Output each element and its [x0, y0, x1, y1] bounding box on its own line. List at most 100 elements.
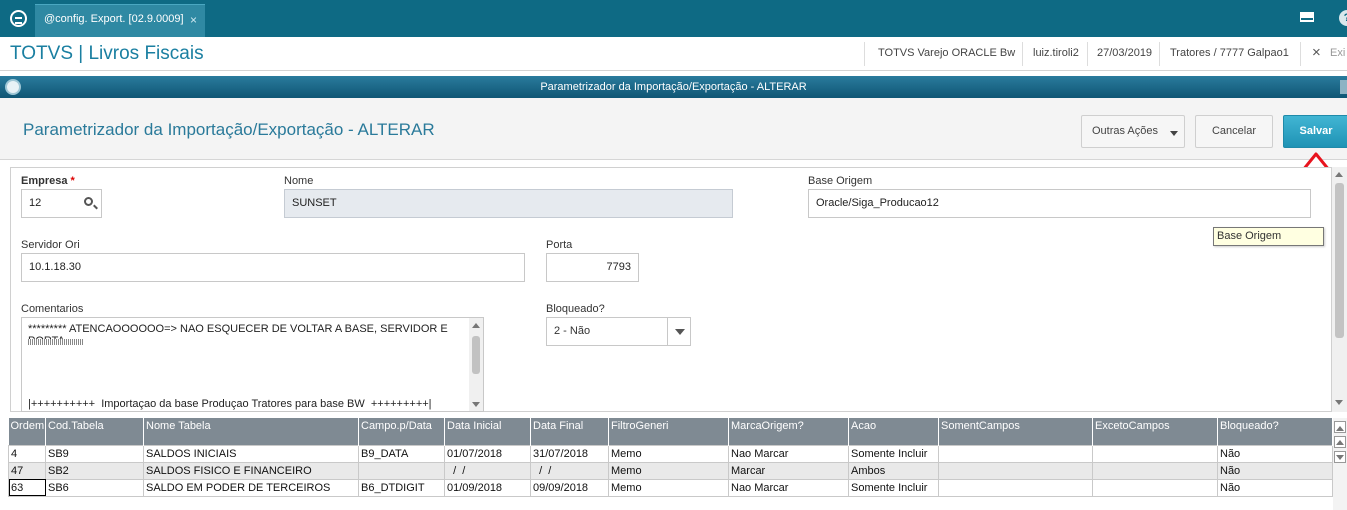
empresa-field[interactable]: 12: [21, 189, 102, 218]
col-header[interactable]: MarcaOrigem?: [728, 418, 849, 445]
scrollbar-thumb[interactable]: [472, 336, 480, 374]
col-header[interactable]: Cod.Tabela: [45, 418, 144, 445]
table-row[interactable]: 63 SB6 SALDO EM PODER DE TERCEIROS B6_DT…: [8, 478, 1333, 497]
grid-header-row: Ordem Cod.Tabela Nome Tabela Campo.p/Dat…: [8, 418, 1333, 445]
other-actions-button[interactable]: Outras Ações: [1081, 115, 1185, 148]
cell[interactable]: SB9: [45, 444, 144, 463]
nome-field[interactable]: SUNSET: [284, 189, 733, 218]
nome-label: Nome: [284, 175, 314, 187]
cell[interactable]: [358, 461, 445, 480]
cell[interactable]: Memo: [608, 461, 729, 480]
textarea-scrollbar[interactable]: [469, 318, 483, 411]
col-header[interactable]: Bloqueado?: [1217, 418, 1333, 445]
scroll-up-icon[interactable]: [1335, 172, 1343, 177]
form-scrollbar[interactable]: [1332, 167, 1347, 412]
cell[interactable]: Memo: [608, 478, 729, 497]
col-header[interactable]: FiltroGeneri: [608, 418, 729, 445]
comentarios-label: Comentarios: [21, 303, 84, 315]
cell[interactable]: [938, 478, 1093, 497]
bloqueado-select[interactable]: 2 - Não: [546, 317, 691, 346]
empresa-label-text: Empresa: [21, 175, 68, 187]
first-row-icon[interactable]: [1334, 421, 1346, 433]
header-divider: [864, 42, 865, 66]
col-header[interactable]: SomentCampos: [938, 418, 1093, 445]
cell[interactable]: Não: [1217, 478, 1333, 497]
porta-field[interactable]: 7793: [546, 253, 639, 282]
base-origem-field[interactable]: Oracle/Siga_Producao12: [808, 189, 1311, 218]
cell[interactable]: [1092, 461, 1218, 480]
exit-icon[interactable]: ×: [1312, 44, 1321, 61]
cell[interactable]: Não: [1217, 444, 1333, 463]
col-header[interactable]: Campo.p/Data: [358, 418, 445, 445]
next-row-icon[interactable]: [1334, 451, 1346, 463]
other-actions-label: Outras Ações: [1091, 125, 1159, 137]
cell[interactable]: Marcar: [728, 461, 849, 480]
header-divider: [1087, 42, 1088, 66]
help-icon[interactable]: ?: [1339, 10, 1347, 26]
cell[interactable]: Nao Marcar: [728, 478, 849, 497]
cell[interactable]: [1092, 444, 1218, 463]
cell[interactable]: SALDOS FISICO E FINANCEIRO: [143, 461, 359, 480]
cell[interactable]: [938, 444, 1093, 463]
bloqueado-label: Bloqueado?: [546, 303, 605, 315]
dialog-title-bar: Parametrizador da Importação/Exportação …: [0, 76, 1347, 98]
tab-config-export[interactable]: @config. Export. [02.9.0009] ×: [35, 4, 205, 37]
cell[interactable]: [938, 461, 1093, 480]
cell[interactable]: SB2: [45, 461, 144, 480]
comentarios-line-1: ********* ATENCAOOOOOO=> NAO ESQUECER DE…: [28, 323, 448, 347]
cell[interactable]: SALDO EM PODER DE TERCEIROS: [143, 478, 359, 497]
cell[interactable]: B9_DATA: [358, 444, 445, 463]
exit-label[interactable]: Exi: [1330, 47, 1345, 59]
dialog-close-icon[interactable]: [1340, 80, 1347, 94]
cell[interactable]: Ambos: [848, 461, 939, 480]
page-title: Parametrizador da Importação/Exportação …: [23, 120, 435, 139]
col-header[interactable]: Ordem: [8, 418, 46, 445]
cell[interactable]: Não: [1217, 461, 1333, 480]
search-icon[interactable]: [84, 197, 93, 206]
scroll-down-icon[interactable]: [472, 402, 480, 407]
cell[interactable]: SB6: [45, 478, 144, 497]
save-button[interactable]: Salvar: [1283, 115, 1347, 148]
chevron-down-icon[interactable]: [667, 318, 690, 345]
required-marker: *: [70, 175, 75, 187]
cell[interactable]: 31/07/2018: [530, 444, 609, 463]
cell[interactable]: / /: [444, 461, 531, 480]
col-header[interactable]: Nome Tabela: [143, 418, 359, 445]
cell[interactable]: 09/09/2018: [530, 478, 609, 497]
cell[interactable]: [1092, 478, 1218, 497]
cell[interactable]: Nao Marcar: [728, 444, 849, 463]
cell[interactable]: 4: [8, 444, 46, 463]
scroll-down-icon[interactable]: [1335, 400, 1343, 405]
col-header[interactable]: Acao: [848, 418, 939, 445]
cell[interactable]: SALDOS INICIAIS: [143, 444, 359, 463]
comentarios-textarea[interactable]: ********* ATENCAOOOOOO=> NAO ESQUECER DE…: [21, 317, 484, 412]
cell[interactable]: 47: [8, 461, 46, 480]
servidor-ori-label: Servidor Ori: [21, 239, 80, 251]
base-origem-tooltip: Base Origem: [1213, 227, 1324, 246]
base-origem-label: Base Origem: [808, 175, 873, 187]
tab-close-icon[interactable]: ×: [190, 13, 197, 27]
tab-label: @config. Export. [02.9.0009]: [44, 13, 184, 25]
cell[interactable]: Somente Incluir: [848, 444, 939, 463]
cell[interactable]: 01/09/2018: [444, 478, 531, 497]
scrollbar-thumb[interactable]: [1335, 183, 1344, 338]
mail-icon[interactable]: [1300, 12, 1314, 22]
cell[interactable]: B6_DTDIGIT: [358, 478, 445, 497]
scroll-up-icon[interactable]: [472, 323, 480, 328]
col-header[interactable]: Data Inicial: [444, 418, 531, 445]
cell[interactable]: Memo: [608, 444, 729, 463]
totvs-logo-icon[interactable]: [10, 10, 27, 27]
cell[interactable]: 63: [8, 478, 46, 497]
prev-row-icon[interactable]: [1334, 436, 1346, 448]
dialog-header: Parametrizador da Importação/Exportação …: [0, 98, 1347, 160]
servidor-ori-field[interactable]: 10.1.18.30: [21, 253, 525, 282]
cell[interactable]: Somente Incluir: [848, 478, 939, 497]
col-header[interactable]: ExcetoCampos: [1092, 418, 1218, 445]
empresa-label: Empresa *: [21, 175, 75, 187]
cell[interactable]: / /: [530, 461, 609, 480]
cell[interactable]: 01/07/2018: [444, 444, 531, 463]
cancel-button[interactable]: Cancelar: [1195, 115, 1273, 148]
table-row[interactable]: 4 SB9 SALDOS INICIAIS B9_DATA 01/07/2018…: [8, 444, 1333, 463]
table-row[interactable]: 47 SB2 SALDOS FISICO E FINANCEIRO / / / …: [8, 461, 1333, 480]
col-header[interactable]: Data Final: [530, 418, 609, 445]
